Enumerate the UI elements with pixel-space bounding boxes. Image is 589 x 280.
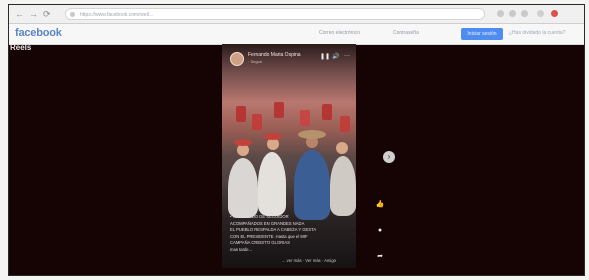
profile-icon[interactable] [551,10,558,17]
share-icon[interactable]: ➦ [375,252,385,262]
next-chevron-icon[interactable]: › [383,151,395,163]
menu-icon[interactable] [521,10,528,17]
extension-icon[interactable] [497,10,504,17]
reel-caption: • VA SEGUIDO DE SEGUIDOR ACOMPAÑADOS EN … [230,214,350,253]
more-options-icon[interactable]: ··· [344,53,350,59]
follow-link[interactable]: · Seguir [248,59,262,64]
pause-icon[interactable]: ❚❚ [320,53,330,60]
reels-title: Reels [10,43,32,52]
volume-icon[interactable]: 🔊 [332,53,339,60]
like-icon[interactable]: 👍 [375,200,385,210]
settings-icon[interactable] [537,10,544,17]
forward-button[interactable]: → [29,8,38,20]
bookmark-icon[interactable] [509,10,516,17]
email-field-label[interactable]: Correo electrónico [319,30,360,36]
author-avatar[interactable] [230,52,244,66]
back-button[interactable]: ← [15,8,24,20]
facebook-header: facebook Correo electrónico Contraseña I… [9,24,584,45]
url-text: https://www.facebook.com/reel/... [80,12,154,18]
forgot-account-link[interactable]: ¿Has olvidado la cuenta? [509,30,565,36]
see-more-link[interactable]: ... ver más · Ver más · Amigo [282,258,336,263]
reload-button[interactable]: ⟳ [43,8,51,20]
browser-toolbar: ← → ⟳ https://www.facebook.com/reel/... [9,5,584,24]
password-field-label[interactable]: Contraseña [393,30,419,36]
lock-icon [70,12,75,17]
login-button[interactable]: Iniciar sesión [461,28,503,40]
caption-line: mas tarde... [230,246,253,252]
address-bar[interactable]: https://www.facebook.com/reel/... [65,8,485,20]
comment-icon[interactable]: ● [375,226,385,236]
author-name[interactable]: Fernando Maria Ospina [248,52,301,58]
reel-video[interactable]: Fernando Maria Ospina · Seguir ❚❚ 🔊 ··· … [222,44,356,268]
facebook-logo[interactable]: facebook [15,27,62,39]
